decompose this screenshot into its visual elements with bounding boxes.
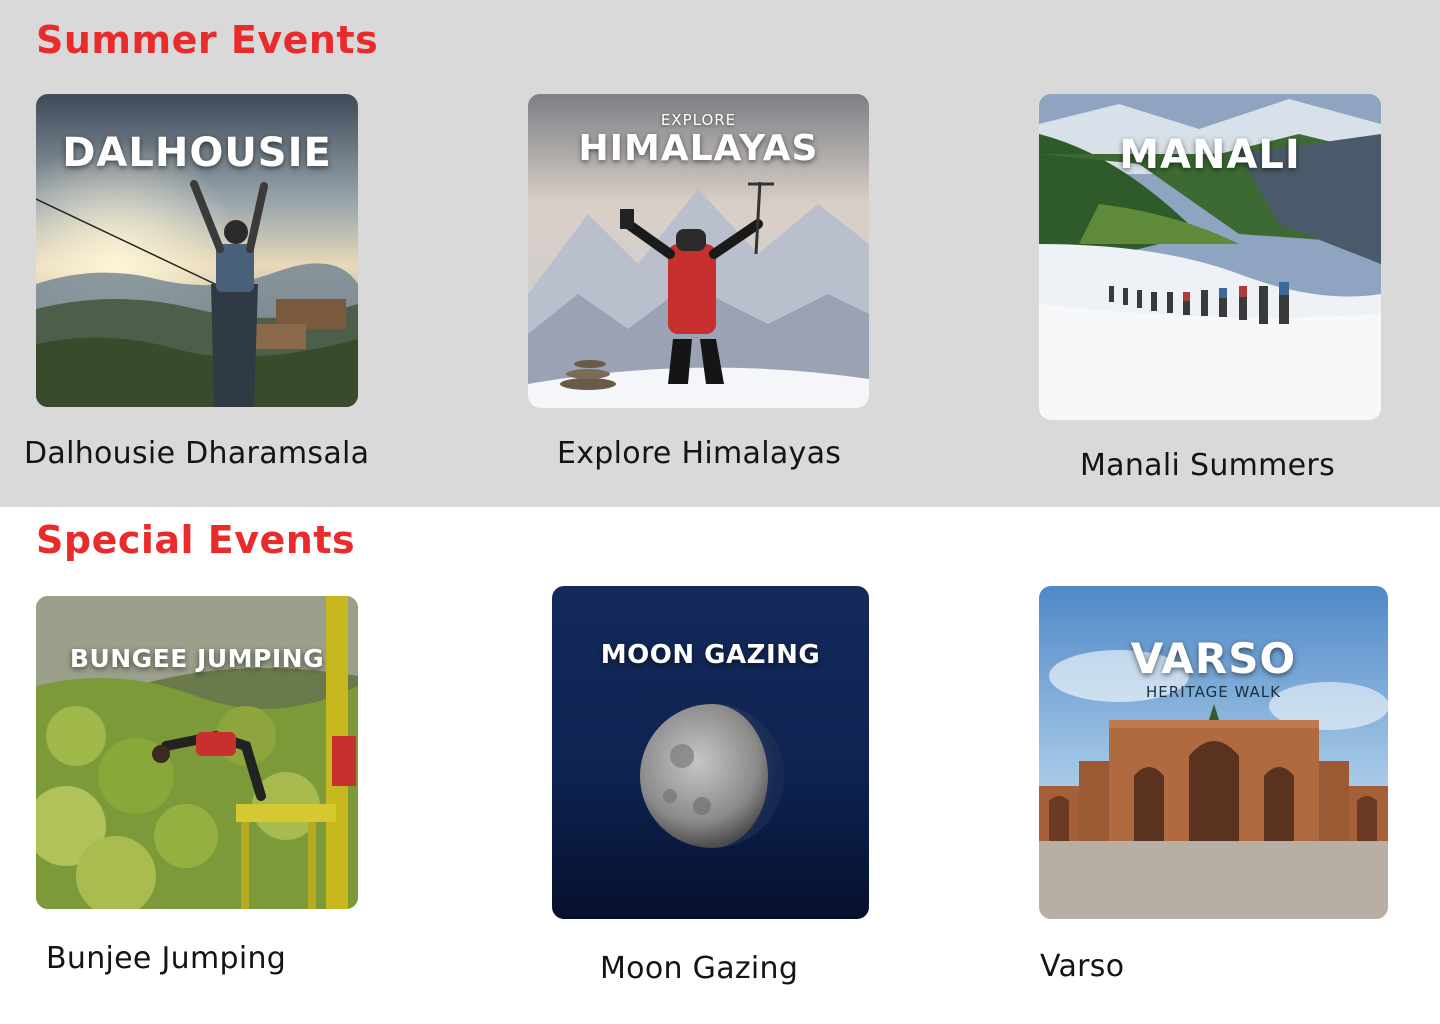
bungee-jumping-image-title: BUNGEE JUMPING <box>69 644 325 673</box>
event-card-dalhousie[interactable]: DALHOUSIE <box>36 94 358 407</box>
varso-image-subtitle: HERITAGE WALK <box>1146 683 1281 701</box>
event-caption-varso[interactable]: Varso <box>1040 949 1124 984</box>
event-caption-manali[interactable]: Manali Summers <box>1080 448 1335 483</box>
event-caption-moon-gazing[interactable]: Moon Gazing <box>600 951 798 986</box>
event-caption-himalayas[interactable]: Explore Himalayas <box>557 436 841 471</box>
bungee-jumping-image <box>36 596 358 909</box>
event-card-bungee-jumping[interactable]: BUNGEE JUMPING <box>36 596 358 909</box>
event-card-moon-gazing[interactable]: MOON GAZING <box>552 586 869 919</box>
summer-events-section: Summer Events DALHOUSIE Dalhousie Dharam… <box>0 0 1440 507</box>
varso-image-title: VARSO <box>1130 634 1297 683</box>
summer-events-title: Summer Events <box>36 18 379 62</box>
dalhousie-image-title: DALHOUSIE <box>62 130 332 176</box>
event-caption-bungee-jumping[interactable]: Bunjee Jumping <box>46 941 286 976</box>
event-card-manali[interactable]: MANALI <box>1039 94 1381 420</box>
himalayas-image-title: HIMALAYAS <box>578 128 819 169</box>
special-events-section: Special Events BUNGEE JUMPING Bunjee Jum… <box>0 507 1440 1024</box>
moon-gazing-image <box>552 586 869 919</box>
event-card-varso[interactable]: VARSO HERITAGE WALK <box>1039 586 1388 919</box>
event-caption-dalhousie[interactable]: Dalhousie Dharamsala <box>24 436 369 471</box>
moon-gazing-image-title: MOON GAZING <box>600 640 821 670</box>
special-events-title: Special Events <box>36 518 356 562</box>
manali-image-title: MANALI <box>1119 132 1301 178</box>
event-card-himalayas[interactable]: EXPLORE HIMALAYAS <box>528 94 869 408</box>
himalayas-image-kicker: EXPLORE <box>660 111 737 129</box>
